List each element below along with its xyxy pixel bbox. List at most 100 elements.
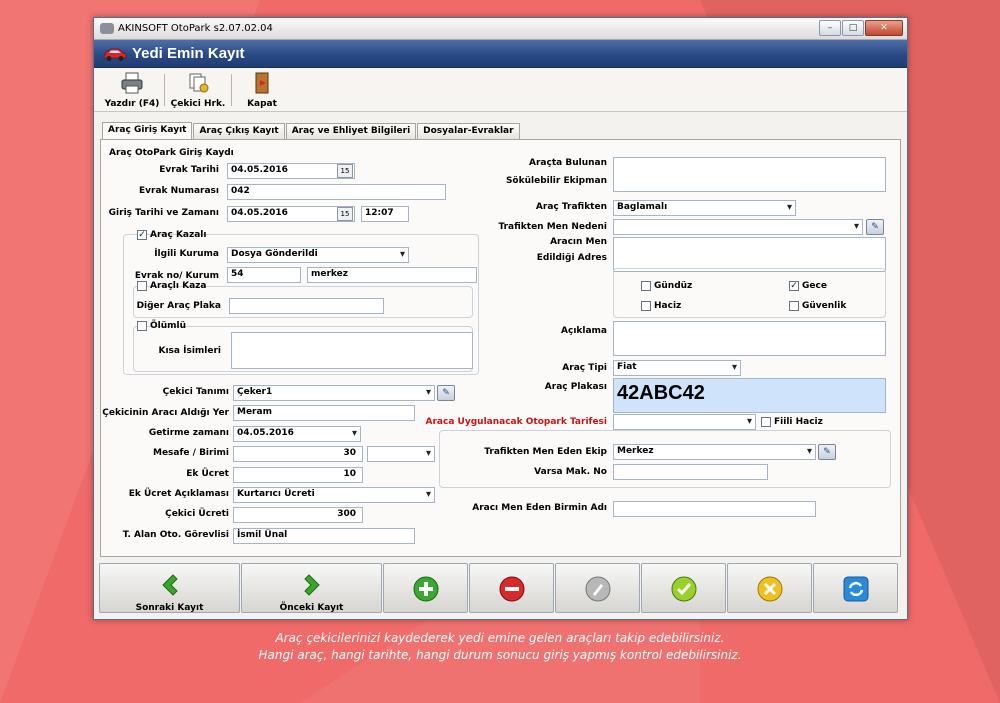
arac-tipi-label: Araç Tipi (562, 363, 607, 373)
arrow-right-icon (303, 574, 320, 596)
cekicinin-yer-label: Çekicinin Aracı Aldığı Yer (102, 408, 229, 418)
maximize-button[interactable]: □ (842, 20, 864, 36)
cekici-ucreti-label: Çekici Ücreti (165, 509, 229, 519)
caption-line-2: Hangi araç, hangi tarihte, hangi durum s… (258, 648, 742, 662)
app-window: AKINSOFT OtoPark s2.07.02.04 – □ ✕ Yedi … (93, 17, 908, 620)
gorevli-label: T. Alan Oto. Görevlisi (122, 530, 229, 540)
close-form-label: Kapat (247, 99, 277, 109)
guvenlik-label: Güvenlik (802, 301, 847, 311)
diger-plaka-label: Diğer Araç Plaka (136, 301, 221, 311)
tab-bar: Araç Giriş Kayıt Araç Çıkış Kayıt Araç v… (102, 122, 521, 140)
men-adres-input[interactable] (613, 237, 886, 272)
cancel-button[interactable] (727, 563, 812, 613)
printer-icon (121, 72, 143, 94)
delete-button[interactable] (469, 563, 554, 613)
evrak-kurum-no-input[interactable]: 54 (227, 267, 301, 283)
varsa-mak-label: Varsa Mak. No (534, 467, 607, 477)
men-nedeni-label: Trafikten Men Nedeni (498, 222, 607, 232)
men-nedeni-lookup-icon[interactable]: ✎ (866, 219, 884, 235)
arac-tipi-select[interactable]: Fiat (613, 360, 741, 376)
tarife-select[interactable] (613, 414, 756, 430)
ekipman-input[interactable] (613, 157, 886, 192)
tow-moves-label: Çekici Hrk. (170, 99, 226, 109)
print-button[interactable]: Yazdır (F4) (104, 72, 160, 109)
plaka-input[interactable]: 42ABC42 (613, 378, 886, 413)
add-button[interactable] (383, 563, 468, 613)
refresh-button[interactable] (813, 563, 898, 613)
gorevli-input[interactable]: İsmil Ünal (233, 528, 415, 544)
giris-tarihi-input[interactable]: 04.05.2016 (227, 206, 355, 222)
fiili-haciz-checkbox[interactable] (761, 417, 771, 427)
evrak-no-input[interactable]: 042 (227, 184, 446, 200)
olumlu-checkbox[interactable] (137, 321, 147, 331)
tab-arac-ehliyet[interactable]: Araç ve Ehliyet Bilgileri (285, 123, 417, 140)
cekici-lookup-icon[interactable]: ✎ (437, 385, 455, 401)
haciz-checkbox[interactable] (641, 301, 651, 311)
tab-arac-giris[interactable]: Araç Giriş Kayıt (102, 122, 193, 140)
aciklama-input[interactable] (613, 321, 886, 356)
caption-line-1: Araç çekicilerinizi kaydederek yedi emin… (275, 631, 725, 645)
giris-saati-input[interactable]: 12:07 (361, 206, 409, 222)
ek-ucret-aciklama-select[interactable]: Kurtarıcı Ücreti (233, 487, 435, 503)
tow-moves-button[interactable]: Çekici Hrk. (168, 72, 228, 109)
ilgili-kuruma-select[interactable]: Dosya Gönderildi (227, 247, 409, 263)
cekicinin-yer-input[interactable]: Meram (233, 405, 415, 421)
gece-checkbox[interactable]: ✓ (789, 281, 799, 291)
birim-adi-input[interactable] (613, 501, 816, 517)
ek-ucret-label: Ek Ücret (186, 469, 229, 479)
mesafe-birim-select[interactable] (367, 446, 435, 462)
prev-record-button[interactable]: Önceki Kayıt (241, 563, 382, 613)
prev-record-label: Önceki Kayıt (279, 603, 344, 613)
arac-trafikten-select[interactable]: Baglamalı (613, 200, 796, 216)
arac-trafikten-label: Araç Trafikten (535, 202, 607, 212)
fiili-haciz-label: Fiili Haciz (774, 417, 823, 427)
plaka-label: Araç Plakası (544, 382, 607, 392)
evrak-tarihi-input[interactable]: 04.05.2016 (227, 163, 355, 179)
cekici-tanimi-select[interactable]: Çeker1 (233, 385, 435, 401)
ekip-lookup-icon[interactable]: ✎ (818, 444, 836, 460)
close-form-button[interactable]: Kapat (238, 72, 286, 109)
diger-plaka-input[interactable] (229, 298, 384, 314)
exit-door-icon (255, 72, 269, 94)
men-nedeni-select[interactable] (613, 219, 863, 235)
close-window-button[interactable]: ✕ (865, 20, 903, 36)
guvenlik-checkbox[interactable] (789, 301, 799, 311)
kisa-isimleri-input[interactable] (231, 332, 473, 369)
men-adres-label-1: Aracın Men (550, 237, 607, 247)
arac-kazali-checkbox[interactable]: ✓ (137, 230, 147, 240)
cekici-ucreti-input[interactable]: 300 (233, 507, 363, 523)
varsa-mak-input[interactable] (613, 464, 768, 480)
getirme-label: Getirme zamanı (148, 428, 229, 438)
gunduz-checkbox[interactable] (641, 281, 651, 291)
edit-button[interactable] (555, 563, 640, 613)
calendar-icon[interactable]: 15 (337, 164, 353, 178)
mesafe-label: Mesafe / Birimi (153, 448, 229, 458)
aracli-kaza-checkbox[interactable] (137, 281, 147, 291)
toolbar: Yazdır (F4) Çekici Hrk. Kapat (94, 68, 907, 112)
title-bar[interactable]: AKINSOFT OtoPark s2.07.02.04 – □ ✕ (94, 18, 907, 40)
evrak-kurum-input[interactable]: merkez (307, 267, 477, 283)
save-button[interactable] (641, 563, 726, 613)
men-eden-ekip-select[interactable]: Merkez (613, 444, 816, 460)
tarife-label: Araca Uygulanacak Otopark Tarifesi (425, 417, 607, 427)
minimize-button[interactable]: – (819, 20, 841, 36)
car-app-icon (100, 23, 114, 34)
next-record-button[interactable]: Sonraki Kayıt (99, 563, 240, 613)
tab-dosyalar[interactable]: Dosyalar-Evraklar (417, 123, 520, 140)
ekipman-label-1: Araçta Bulunan (529, 158, 607, 168)
birim-adi-label: Aracı Men Eden Birmin Adı (472, 503, 607, 513)
gece-label: Gece (802, 281, 827, 291)
ek-ucret-input[interactable]: 10 (233, 467, 363, 483)
cekici-tanimi-label: Çekici Tanımı (162, 387, 229, 397)
window-title: AKINSOFT OtoPark s2.07.02.04 (118, 23, 273, 34)
aracli-kaza-label: Araçlı Kaza (150, 281, 207, 291)
plus-icon (413, 576, 438, 602)
minus-icon (499, 576, 524, 602)
olumlu-label: Ölümlü (150, 321, 187, 331)
tab-arac-cikis[interactable]: Araç Çıkış Kayıt (193, 123, 285, 140)
calendar-icon[interactable]: 15 (337, 207, 353, 221)
kisa-isimleri-label: Kısa İsimleri (158, 346, 221, 356)
mesafe-input[interactable]: 30 (233, 446, 363, 462)
ilgili-kuruma-label: İlgili Kuruma (154, 249, 219, 259)
getirme-select[interactable]: 04.05.2016 (233, 426, 361, 442)
